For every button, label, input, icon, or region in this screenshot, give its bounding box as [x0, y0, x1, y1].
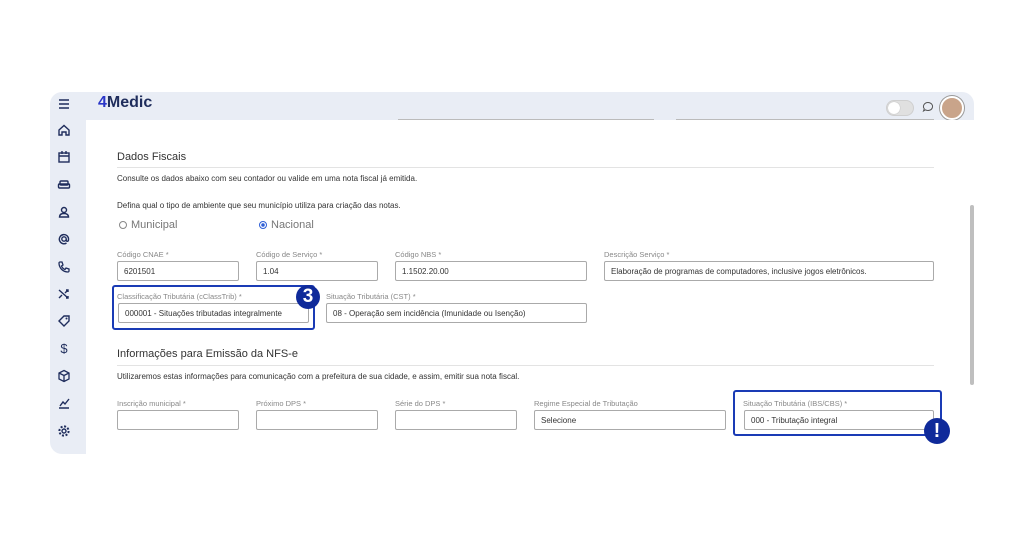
dollar-icon[interactable]: $ — [56, 341, 72, 357]
section-title-nfse: Informações para Emissão da NFS-e — [117, 348, 298, 360]
step-badge: 3 — [296, 285, 320, 309]
inscricao-field[interactable] — [117, 410, 239, 430]
box-icon[interactable] — [56, 368, 72, 384]
servico-label: Código de Serviço * — [256, 250, 323, 259]
cst-field[interactable]: 08 - Operação sem incidência (Imunidade … — [326, 303, 587, 323]
divider — [117, 365, 934, 366]
shuffle-icon[interactable] — [56, 286, 72, 302]
avatar[interactable] — [940, 96, 964, 120]
tag-icon[interactable] — [56, 313, 72, 329]
servico-field[interactable]: 1.04 — [256, 261, 378, 281]
environment-question: Defina qual o tipo de ambiente que seu m… — [117, 201, 401, 210]
radio-municipal[interactable]: Municipal — [119, 219, 177, 231]
cnae-field[interactable]: 6201501 — [117, 261, 239, 281]
regime-select[interactable]: Selecione — [534, 410, 726, 430]
nfse-description: Utilizaremos estas informações para comu… — [117, 372, 520, 381]
at-icon[interactable] — [56, 231, 72, 247]
inscricao-label: Inscrição municipal * — [117, 399, 186, 408]
divider — [676, 119, 934, 120]
proximo-dps-label: Próximo DPS * — [256, 399, 307, 408]
nbs-field[interactable]: 1.1502.20.00 — [395, 261, 587, 281]
highlight-box-classtrib — [112, 285, 315, 330]
cst-label: Situação Tributária (CST) * — [326, 292, 416, 301]
user-icon[interactable] — [56, 204, 72, 220]
settings-icon[interactable] — [56, 423, 72, 439]
sofa-icon[interactable] — [56, 176, 72, 192]
serie-dps-label: Série do DPS * — [395, 399, 446, 408]
fiscal-description: Consulte os dados abaixo com seu contado… — [117, 174, 418, 183]
divider — [117, 167, 934, 168]
highlight-box-ibscbs — [733, 390, 942, 436]
menu-icon[interactable] — [56, 96, 72, 112]
radio-nacional-label: Nacional — [271, 219, 314, 231]
divider — [398, 119, 654, 120]
section-title-fiscal: Dados Fiscais — [117, 151, 187, 163]
regime-label: Regime Especial de Tributação — [534, 399, 638, 408]
phone-icon[interactable] — [56, 259, 72, 275]
serie-dps-field[interactable] — [395, 410, 517, 430]
radio-municipal-dot[interactable] — [119, 221, 127, 229]
nbs-label: Código NBS * — [395, 250, 442, 259]
app-logo[interactable]: 4Medic — [98, 94, 152, 112]
theme-toggle[interactable] — [886, 100, 914, 116]
radio-nacional[interactable]: Nacional — [259, 219, 314, 231]
radio-municipal-label: Municipal — [131, 219, 178, 231]
proximo-dps-field[interactable] — [256, 410, 378, 430]
topbar: 4Medic — [86, 92, 974, 120]
radio-nacional-dot[interactable] — [259, 221, 267, 229]
calendar-icon[interactable] — [56, 149, 72, 165]
chat-icon[interactable] — [922, 100, 934, 113]
scrollbar[interactable] — [970, 205, 974, 385]
alert-badge: ! — [924, 418, 950, 444]
cnae-label: Código CNAE * — [117, 250, 169, 259]
sidebar: $ — [50, 92, 86, 454]
descricao-label: Descrição Serviço * — [604, 250, 670, 259]
home-icon[interactable] — [56, 122, 72, 138]
descricao-field[interactable]: Elaboração de programas de computadores,… — [604, 261, 934, 281]
chart-icon[interactable] — [56, 395, 72, 411]
